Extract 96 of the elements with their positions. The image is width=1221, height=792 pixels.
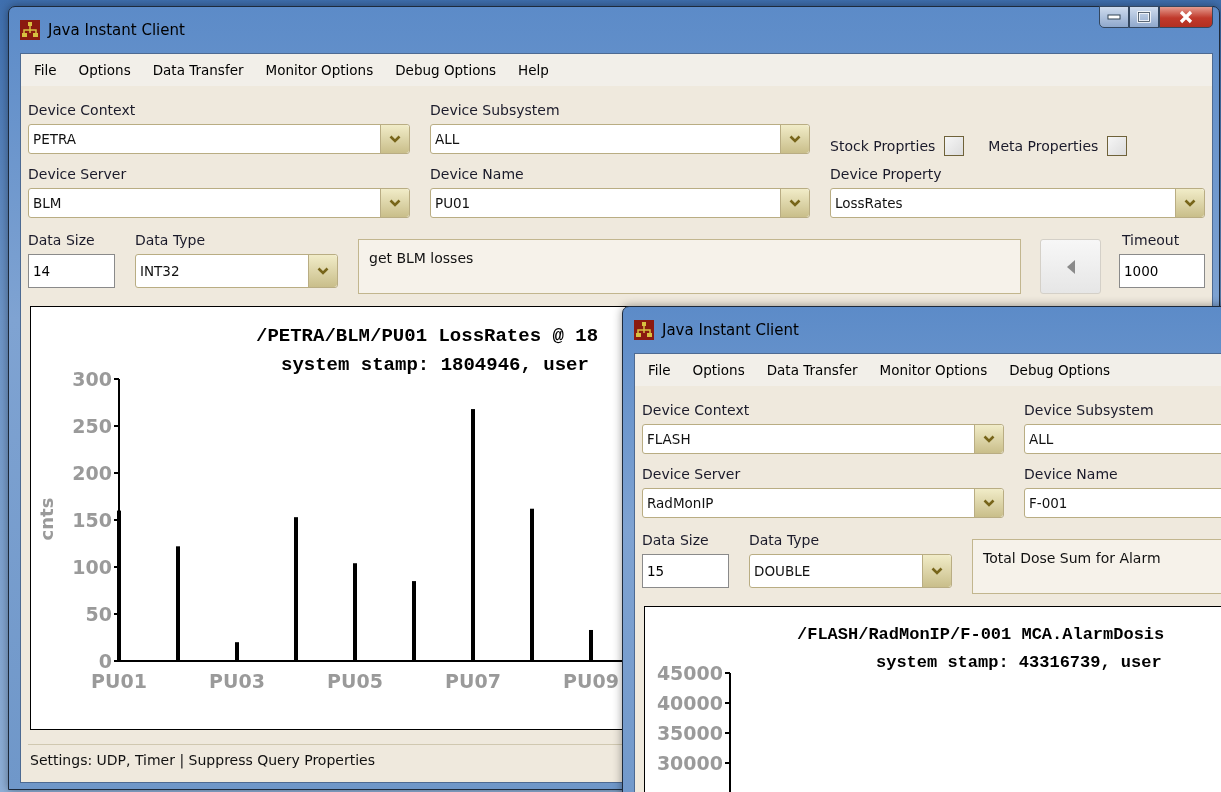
field-label: Device Subsystem bbox=[430, 101, 561, 120]
dropdown-field[interactable]: ALL bbox=[1024, 424, 1221, 454]
chevron-icon bbox=[389, 135, 401, 143]
x-tick-label: PU01 bbox=[91, 670, 147, 692]
left-triangle-icon bbox=[1065, 258, 1076, 275]
field-label: Data Size bbox=[28, 231, 96, 250]
field-label: Device Name bbox=[430, 165, 525, 184]
menu-item[interactable]: Monitor Options bbox=[254, 62, 385, 78]
dropdown-field[interactable]: INT32 bbox=[135, 254, 338, 288]
x-tick-label: PU03 bbox=[209, 670, 265, 692]
field-label: Device Context bbox=[642, 401, 751, 420]
dropdown-field[interactable]: FLASH bbox=[642, 424, 1004, 454]
chart-title: /PETRA/BLM/PU01 LossRates @ 18 bbox=[256, 325, 599, 347]
checkbox-label: Stock Proprties bbox=[830, 138, 936, 154]
field-label: Device Server bbox=[28, 165, 128, 184]
field-label: Device Property bbox=[830, 165, 943, 184]
menu-item[interactable]: Data Transfer bbox=[141, 62, 255, 78]
menu-item[interactable]: Help bbox=[507, 62, 560, 78]
checkbox[interactable] bbox=[944, 136, 965, 156]
dropdown-field[interactable]: RadMonIP bbox=[642, 488, 1004, 518]
dropdown-field[interactable]: F-001 bbox=[1024, 488, 1221, 518]
menu-item[interactable]: File bbox=[637, 362, 682, 378]
y-tick-label: 250 bbox=[72, 415, 112, 437]
field-label: Device Name bbox=[1024, 465, 1119, 484]
x-tick-label: PU09 bbox=[563, 670, 619, 692]
app-icon bbox=[634, 320, 654, 340]
chevron-icon bbox=[789, 199, 801, 207]
menu-item[interactable]: Data Transfer bbox=[755, 362, 869, 378]
y-tick-label: 100 bbox=[72, 556, 112, 578]
input-field[interactable]: 1000 bbox=[1119, 254, 1205, 288]
checkbox[interactable] bbox=[1107, 136, 1128, 156]
menu-item[interactable]: Debug Options bbox=[384, 62, 507, 78]
dropdown-button[interactable] bbox=[974, 489, 1003, 517]
dropdown-field[interactable]: LossRates bbox=[830, 188, 1205, 218]
app-icon bbox=[20, 20, 40, 40]
dropdown-button[interactable] bbox=[780, 125, 809, 153]
y-tick-label: 150 bbox=[72, 509, 112, 531]
field-label: Data Type bbox=[749, 531, 821, 550]
minimize-icon bbox=[1107, 14, 1121, 20]
status-text: Settings: UDP, Timer | Suppress Query Properties bbox=[30, 752, 375, 768]
y-tick-label: 45000 bbox=[656, 662, 723, 684]
checkbox-label: Meta Properties bbox=[988, 138, 1099, 154]
chevron-icon bbox=[389, 199, 401, 207]
chevron-icon bbox=[789, 135, 801, 143]
y-tick-label: 300 bbox=[72, 368, 112, 390]
chart-title: /FLASH/RadMonIP/F-001 MCA.AlarmDosis bbox=[797, 625, 1165, 644]
x-tick-label: PU05 bbox=[327, 670, 383, 692]
dropdown-field[interactable]: PU01 bbox=[430, 188, 810, 218]
field-label: Device Subsystem bbox=[1024, 401, 1155, 420]
dropdown-field[interactable]: DOUBLE bbox=[749, 554, 952, 588]
chevron-icon bbox=[983, 499, 995, 507]
menu-item[interactable]: Debug Options bbox=[998, 362, 1121, 378]
chevron-icon bbox=[931, 567, 943, 575]
y-tick-label: 35000 bbox=[656, 722, 723, 744]
y-tick-label: 50 bbox=[85, 603, 112, 625]
dropdown-button[interactable] bbox=[380, 189, 409, 217]
y-tick-label: 30000 bbox=[656, 752, 723, 774]
chevron-icon bbox=[317, 267, 329, 275]
description-field: get BLM losses bbox=[358, 239, 1021, 294]
field-label: Data Size bbox=[642, 531, 710, 550]
chart-subtitle: system stamp: 43316739, user bbox=[876, 653, 1162, 672]
menu-item[interactable]: Monitor Options bbox=[868, 362, 999, 378]
x-tick-label: PU07 bbox=[445, 670, 501, 692]
dropdown-field[interactable]: ALL bbox=[430, 124, 810, 154]
menu-item[interactable]: Options bbox=[67, 62, 142, 78]
dropdown-button[interactable] bbox=[922, 555, 951, 587]
y-tick-label: 40000 bbox=[656, 692, 723, 714]
dropdown-field[interactable]: PETRA bbox=[28, 124, 410, 154]
window-title: Java Instant Client bbox=[662, 321, 799, 339]
y-tick-label: 0 bbox=[98, 650, 112, 672]
window-title: Java Instant Client bbox=[48, 21, 185, 39]
field-label: Data Type bbox=[135, 231, 207, 250]
dropdown-button[interactable] bbox=[974, 425, 1003, 453]
field-label: Device Server bbox=[642, 465, 742, 484]
description-field: Total Dose Sum for Alarm bbox=[972, 539, 1221, 594]
maximize-button[interactable] bbox=[1129, 6, 1159, 28]
y-axis-label: cnts bbox=[36, 497, 57, 541]
input-field[interactable]: 15 bbox=[642, 554, 729, 588]
field-label: Timeout bbox=[1121, 231, 1181, 250]
close-button[interactable] bbox=[1159, 6, 1213, 28]
dropdown-button[interactable] bbox=[380, 125, 409, 153]
chart-subtitle: system stamp: 1804946, user bbox=[281, 354, 589, 376]
menu-item[interactable]: Options bbox=[681, 362, 756, 378]
input-field[interactable]: 14 bbox=[28, 254, 115, 288]
chevron-icon bbox=[983, 435, 995, 443]
dropdown-button[interactable] bbox=[780, 189, 809, 217]
y-tick-label: 200 bbox=[72, 462, 112, 484]
close-icon bbox=[1178, 10, 1194, 24]
dropdown-field[interactable]: BLM bbox=[28, 188, 410, 218]
dropdown-button[interactable] bbox=[308, 255, 337, 287]
minimize-button[interactable] bbox=[1099, 6, 1129, 28]
dropdown-button[interactable] bbox=[1175, 189, 1204, 217]
menu-item[interactable]: File bbox=[23, 62, 68, 78]
maximize-icon bbox=[1137, 11, 1151, 23]
field-label: Device Context bbox=[28, 101, 137, 120]
chevron-icon bbox=[1184, 199, 1196, 207]
